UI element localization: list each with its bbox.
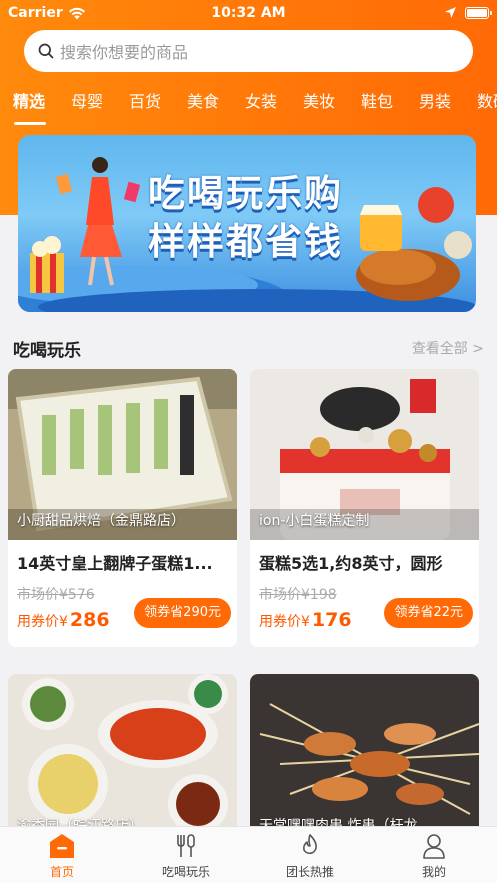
- tab-food[interactable]: 美食: [187, 88, 219, 112]
- product-image: 小厨甜品烘焙（金鼎路店）: [8, 369, 237, 540]
- tab-label: 首页: [49, 865, 74, 879]
- user-icon: [423, 834, 445, 859]
- tab-maternal[interactable]: 母婴: [71, 88, 103, 112]
- flame-icon: [303, 834, 317, 854]
- banner-headline: 吃喝玩乐购: [148, 172, 343, 215]
- promo-banner[interactable]: 吃喝玩乐购 样样都省钱: [18, 135, 476, 312]
- home-icon: [50, 834, 74, 858]
- tab-featured[interactable]: 精选: [13, 88, 45, 112]
- coupon-price-label: 用券价¥: [259, 614, 310, 630]
- product-image: 天堂嘿嘿肉串 炸串（杆龙: [250, 674, 479, 834]
- coupon-price: 286: [69, 609, 110, 631]
- tab-label: 吃喝玩乐: [161, 865, 210, 879]
- tab-food-fun[interactable]: 吃喝玩乐: [141, 831, 231, 880]
- tab-womens-clothing[interactable]: 女装: [245, 88, 277, 112]
- search-bar[interactable]: 搜索你想要的商品: [24, 30, 473, 72]
- bottom-tab-bar: 首页 吃喝玩乐 团长热推 我的: [0, 826, 497, 883]
- tab-shoes-bags[interactable]: 鞋包: [361, 88, 393, 112]
- tab-hot-picks[interactable]: 团长热推: [265, 831, 355, 880]
- utensils-icon: [177, 834, 195, 857]
- product-image: 渝香园（皖江路店）: [8, 674, 237, 834]
- section-header: 吃喝玩乐 查看全部 >: [0, 322, 497, 362]
- shop-name: ion-小白蛋糕定制: [259, 513, 370, 529]
- market-price: 市场价¥576: [17, 587, 95, 603]
- tab-digital[interactable]: 数码: [477, 88, 497, 112]
- tab-general-goods[interactable]: 百货: [129, 88, 161, 112]
- tab-label: 我的: [421, 865, 446, 879]
- coupon-price: 176: [311, 609, 352, 631]
- coupon-button[interactable]: 领券省22元: [384, 598, 473, 628]
- view-all-link[interactable]: 查看全部 >: [412, 338, 484, 358]
- shop-name: 小厨甜品烘焙（金鼎路店）: [17, 513, 185, 529]
- market-price: 市场价¥198: [259, 587, 337, 603]
- product-card[interactable]: 小厨甜品烘焙（金鼎路店） 14英寸皇上翻牌子蛋糕1... 市场价¥576 用券价…: [8, 369, 237, 647]
- product-name: 蛋糕5选1,约8英寸，圆形: [259, 554, 443, 573]
- tab-mens-clothing[interactable]: 男装: [419, 88, 451, 112]
- tab-label: 团长热推: [285, 865, 334, 879]
- battery-icon: [465, 6, 492, 19]
- coupon-price-label: 用券价¥: [17, 614, 68, 630]
- status-bar: Carrier 10:32 AM: [0, 0, 497, 28]
- tab-profile[interactable]: 我的: [389, 831, 479, 880]
- search-icon: [38, 43, 54, 59]
- active-tab-indicator: [14, 122, 46, 125]
- category-tabs: 精选 母婴 百货 美食 女装 美妆 鞋包 男装 数码: [0, 88, 497, 128]
- banner-subheadline: 样样都省钱: [148, 220, 343, 263]
- search-placeholder: 搜索你想要的商品: [60, 43, 189, 62]
- product-card[interactable]: 天堂嘿嘿肉串 炸串（杆龙: [250, 674, 479, 834]
- product-name: 14英寸皇上翻牌子蛋糕1...: [17, 554, 213, 573]
- coupon-button[interactable]: 领券省290元: [134, 598, 231, 628]
- tab-home[interactable]: 首页: [17, 831, 107, 880]
- status-time: 10:32 AM: [211, 5, 286, 21]
- tab-cosmetics[interactable]: 美妆: [303, 88, 335, 112]
- product-image: ion-小白蛋糕定制: [250, 369, 479, 540]
- product-card[interactable]: ion-小白蛋糕定制 蛋糕5选1,约8英寸，圆形 市场价¥198 用券价¥ 176…: [250, 369, 479, 647]
- location-arrow-icon: [445, 7, 456, 18]
- section-title: 吃喝玩乐: [13, 341, 81, 361]
- product-card[interactable]: 渝香园（皖江路店）: [8, 674, 237, 834]
